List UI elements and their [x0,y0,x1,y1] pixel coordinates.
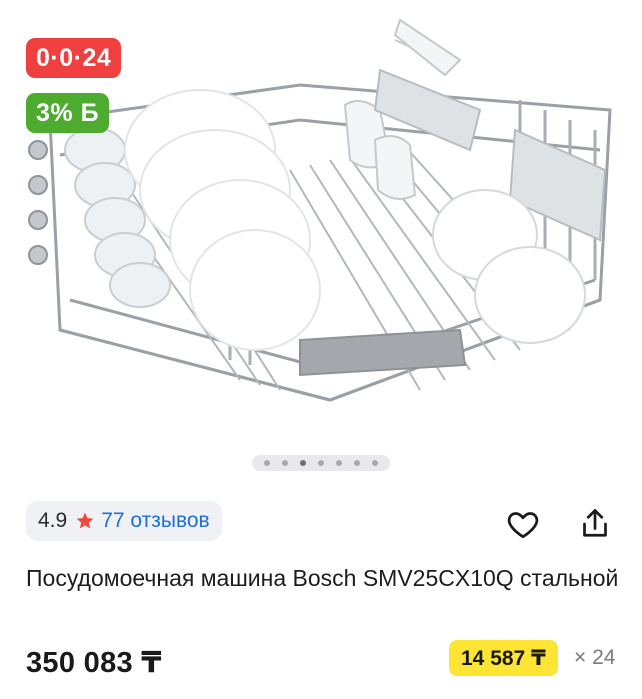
rating-score: 4.9 [38,509,68,532]
product-price: 350 083 ₸ [26,647,162,679]
heart-icon [507,512,539,539]
pagination-dot[interactable] [354,460,360,466]
gallery-pagination[interactable] [252,455,390,471]
product-title: Посудомоечная машина Bosch SMV25CX10Q ст… [26,565,619,591]
favorite-button[interactable] [503,504,543,544]
pagination-dot[interactable] [318,460,324,466]
share-icon [583,509,607,537]
installment-badge: 0·0·24 [26,38,122,78]
pagination-dot[interactable] [282,460,288,466]
star-icon [75,511,95,531]
pagination-dot[interactable] [372,460,378,466]
share-button[interactable] [575,504,615,544]
pagination-dot[interactable] [264,460,270,466]
pagination-dot[interactable] [336,460,342,466]
installment-price-badge[interactable]: 14 587 ₸ [449,640,558,676]
bonus-badge: 3% Б [26,93,110,133]
reviews-link[interactable]: 77 отзывов [101,509,210,533]
product-gallery[interactable]: 0·0·24 3% Б [0,0,642,478]
installment-months: × 24 [574,646,616,669]
rating-chip[interactable]: 4.9 77 отзывов [26,501,222,541]
pagination-dot-active[interactable] [300,460,306,466]
